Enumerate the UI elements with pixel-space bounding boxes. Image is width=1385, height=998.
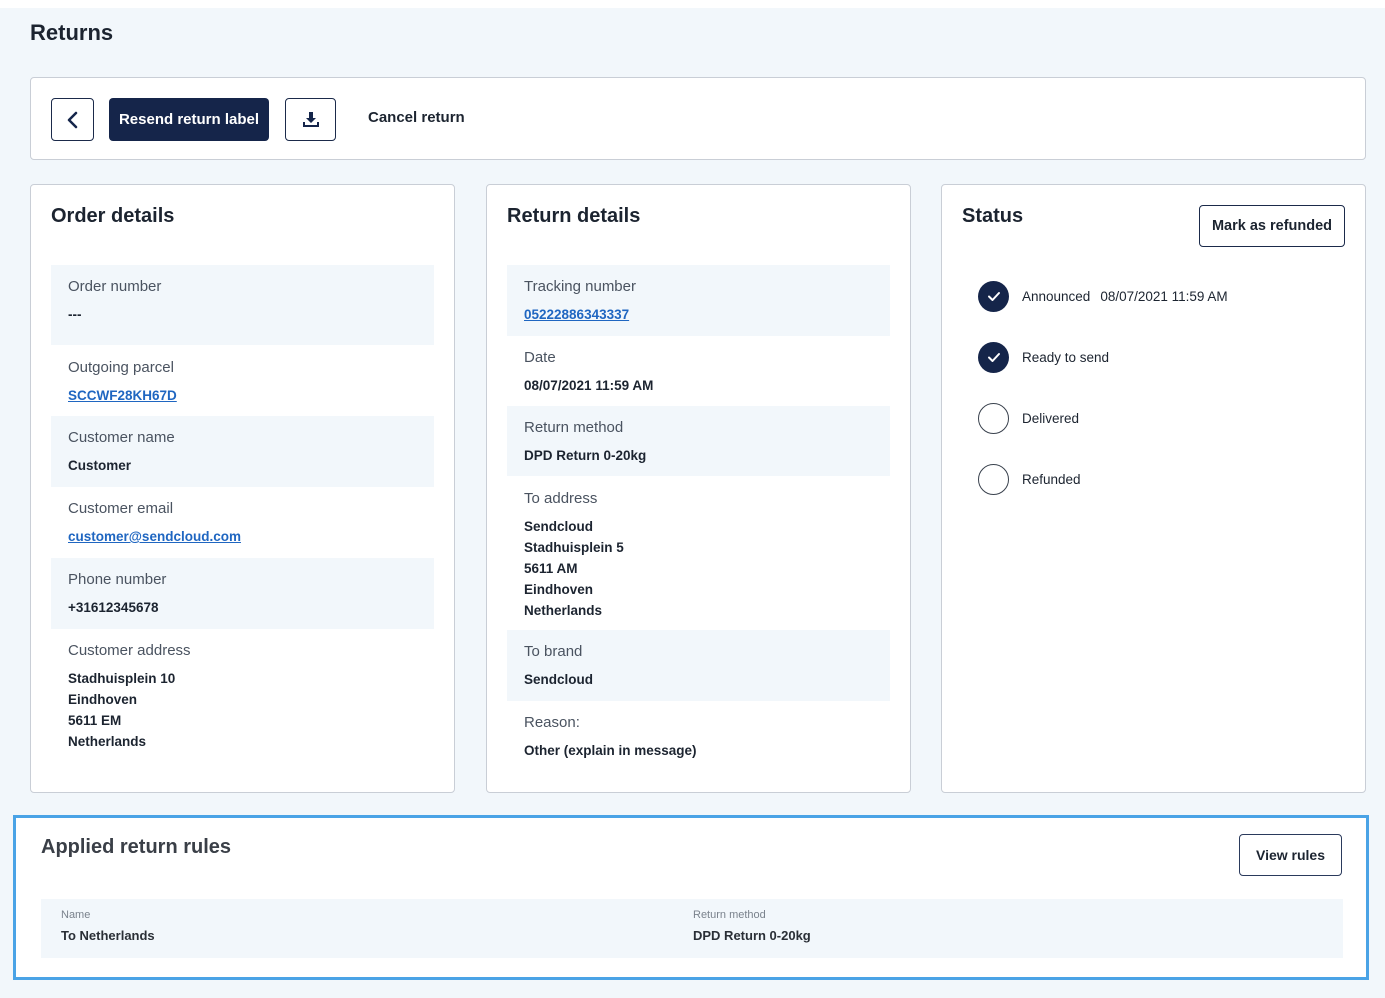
order-details-card: Order details Order number --- Outgoing … — [30, 184, 455, 793]
address-line: Netherlands — [524, 603, 603, 618]
download-button[interactable] — [285, 98, 336, 141]
customer-address-label: Customer address — [68, 642, 191, 659]
customer-name-label: Customer name — [68, 429, 175, 446]
to-address-field: To address Sendcloud Stadhuisplein 5 561… — [507, 476, 890, 630]
address-line: Eindhoven — [68, 692, 138, 707]
customer-email-label: Customer email — [68, 500, 174, 517]
return-method-field: Return method DPD Return 0-20kg — [507, 406, 890, 476]
address-line: Stadhuisplein 10 — [68, 671, 176, 686]
outgoing-parcel-label: Outgoing parcel — [68, 359, 174, 376]
return-rule-row: Name To Netherlands Return method DPD Re… — [41, 899, 1343, 958]
address-line: Sendcloud — [524, 519, 594, 534]
status-step-delivered: Delivered — [978, 402, 1079, 434]
cancel-return-link[interactable]: Cancel return — [368, 109, 465, 126]
address-line: Netherlands — [68, 734, 147, 749]
status-step-refunded: Refunded — [978, 463, 1081, 495]
tracking-number-link[interactable]: 05222886343337 — [524, 304, 629, 325]
customer-email-link[interactable]: customer@sendcloud.com — [68, 526, 241, 547]
applied-return-rules-panel: Applied return rules View rules Name To … — [13, 815, 1369, 980]
to-brand-field: To brand Sendcloud — [507, 630, 890, 701]
reason-value: Other (explain in message) — [524, 743, 697, 758]
status-step-label: Ready to send — [1022, 349, 1110, 365]
tracking-number-field: Tracking number 05222886343337 — [507, 265, 890, 336]
rule-name-value: To Netherlands — [61, 928, 155, 943]
return-method-value: DPD Return 0-20kg — [524, 448, 647, 463]
tracking-number-label: Tracking number — [524, 278, 636, 295]
chevron-left-icon — [67, 111, 77, 128]
check-circle-icon — [978, 341, 1009, 373]
to-address-label: To address — [524, 490, 598, 507]
date-field: Date 08/07/2021 11:59 AM — [507, 336, 890, 406]
return-method-label: Return method — [524, 419, 624, 436]
order-number-value: --- — [68, 307, 82, 322]
empty-circle-icon — [978, 402, 1009, 434]
address-line: 5611 EM — [68, 713, 122, 728]
customer-address-value: Stadhuisplein 10 Eindhoven 5611 EM Nethe… — [68, 668, 434, 752]
rule-method-label: Return method — [693, 909, 766, 921]
status-step-announced: Announced 08/07/2021 11:59 AM — [978, 280, 1228, 312]
status-card: Status Mark as refunded Announced 08/07/… — [941, 184, 1366, 793]
return-details-title: Return details — [507, 205, 641, 227]
return-details-card: Return details Tracking number 052228863… — [486, 184, 911, 793]
page-title: Returns — [30, 20, 114, 45]
to-brand-label: To brand — [524, 643, 583, 660]
order-details-title: Order details — [51, 205, 175, 227]
rule-name-label: Name — [61, 909, 91, 921]
phone-number-value: +31612345678 — [68, 600, 159, 615]
customer-address-field: Customer address Stadhuisplein 10 Eindho… — [51, 629, 434, 759]
date-label: Date — [524, 349, 556, 366]
customer-name-field: Customer name Customer — [51, 416, 434, 487]
address-line: 5611 AM — [524, 561, 578, 576]
check-circle-icon — [978, 280, 1009, 312]
to-brand-value: Sendcloud — [524, 672, 594, 687]
toolbar: Resend return label Cancel return — [30, 77, 1366, 160]
status-step-label: Refunded — [1022, 471, 1081, 487]
outgoing-parcel-link[interactable]: SCCWF28KH67D — [68, 385, 177, 406]
order-number-field: Order number --- — [51, 265, 434, 345]
customer-email-field: Customer email customer@sendcloud.com — [51, 487, 434, 558]
to-address-value: Sendcloud Stadhuisplein 5 5611 AM Eindho… — [524, 516, 890, 621]
view-rules-button[interactable]: View rules — [1239, 834, 1342, 876]
status-step-time: 08/07/2021 11:59 AM — [1100, 288, 1228, 304]
back-button[interactable] — [51, 98, 94, 141]
phone-number-field: Phone number +31612345678 — [51, 558, 434, 629]
rule-method-column: Return method DPD Return 0-20kg — [693, 908, 811, 943]
status-title: Status — [962, 205, 1024, 227]
rule-method-value: DPD Return 0-20kg — [693, 928, 811, 943]
mark-as-refunded-button[interactable]: Mark as refunded — [1199, 205, 1345, 247]
phone-number-label: Phone number — [68, 571, 167, 588]
rule-name-column: Name To Netherlands — [61, 908, 155, 943]
status-step-ready-to-send: Ready to send — [978, 341, 1109, 373]
resend-label-button[interactable]: Resend return label — [109, 98, 269, 141]
order-number-label: Order number — [68, 278, 162, 295]
outgoing-parcel-field: Outgoing parcel SCCWF28KH67D — [51, 345, 434, 416]
status-step-label: Announced — [1022, 288, 1091, 304]
address-line: Eindhoven — [524, 582, 594, 597]
empty-circle-icon — [978, 463, 1009, 495]
address-line: Stadhuisplein 5 — [524, 540, 624, 555]
reason-label: Reason: — [524, 714, 580, 731]
applied-return-rules-title: Applied return rules — [41, 836, 232, 858]
date-value: 08/07/2021 11:59 AM — [524, 378, 654, 393]
customer-name-value: Customer — [68, 458, 132, 473]
reason-field: Reason: Other (explain in message) — [507, 701, 890, 771]
download-icon — [302, 111, 319, 127]
status-step-label: Delivered — [1022, 410, 1080, 426]
